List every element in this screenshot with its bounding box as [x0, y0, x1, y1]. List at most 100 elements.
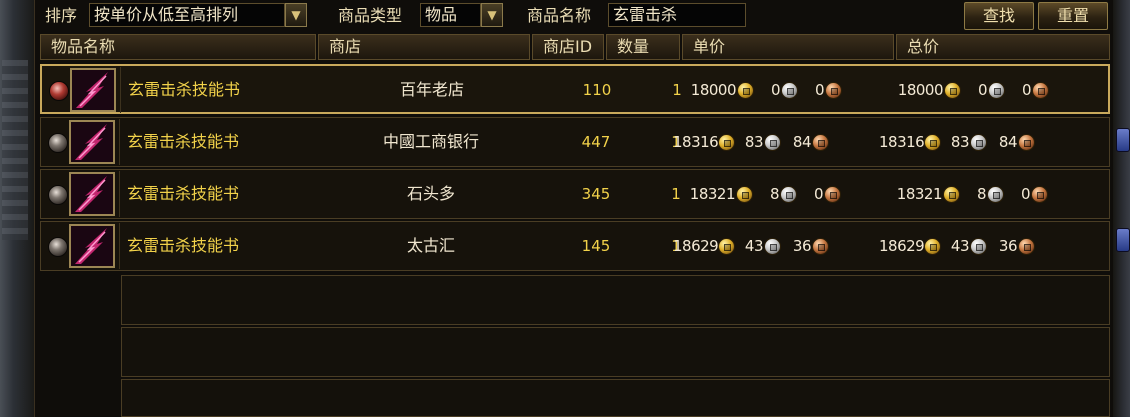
silver-amount: 0 — [977, 81, 988, 99]
column-header-shop[interactable]: 商店 — [318, 34, 530, 60]
empty-table-row — [121, 275, 1110, 325]
table-row[interactable]: 玄雷击杀技能书 石头多 345 1 18321 8 0 18321 8 0 — [40, 169, 1110, 219]
sort-select[interactable]: 按单价从低至高排列 — [89, 3, 285, 27]
copper-amount: 36 — [998, 237, 1018, 255]
silver-amount: 8 — [976, 185, 987, 203]
side-gem-icon — [1116, 128, 1130, 152]
column-header-shop-id[interactable]: 商店ID — [532, 34, 604, 60]
gold-amount: 18316 — [673, 133, 719, 151]
shop-name: 石头多 — [406, 184, 455, 203]
copper-coin-icon — [812, 133, 829, 151]
chevron-down-icon[interactable]: ▼ — [285, 3, 307, 27]
gold-coin-icon — [924, 133, 941, 151]
row-select-indicator-icon[interactable] — [49, 81, 69, 101]
row-select-indicator-icon[interactable] — [48, 185, 68, 205]
copper-amount: 0 — [1021, 81, 1032, 99]
gold-coin-icon — [718, 133, 735, 151]
copper-coin-icon — [1031, 185, 1048, 203]
silver-amount: 0 — [770, 81, 781, 99]
row-select-indicator-icon[interactable] — [48, 237, 68, 257]
item-name-label: 商品名称 — [527, 6, 592, 25]
gold-coin-icon — [924, 237, 941, 255]
sort-label: 排序 — [45, 6, 78, 25]
copper-amount: 36 — [792, 237, 812, 255]
copper-amount: 0 — [813, 185, 824, 203]
item-name: 玄雷击杀技能书 — [127, 236, 240, 255]
gold-coin-icon — [737, 81, 754, 99]
empty-table-row — [121, 379, 1110, 417]
silver-coin-icon — [988, 81, 1005, 99]
shop-name: 太古汇 — [406, 236, 455, 255]
skill-book-icon — [69, 224, 115, 268]
table-row[interactable]: 玄雷击杀技能书 百年老店 110 1 18000 0 0 18000 0 0 — [40, 64, 1110, 114]
gold-coin-icon — [944, 81, 961, 99]
copper-coin-icon — [1018, 133, 1035, 151]
gold-amount: 18000 — [690, 81, 737, 99]
item-name: 玄雷击杀技能书 — [128, 80, 241, 99]
gold-coin-icon — [718, 237, 735, 255]
gold-amount: 18316 — [879, 133, 925, 151]
auction-search-panel: 排序 按单价从低至高排列 ▼ 商品类型 物品 ▼ 商品名称 玄雷击杀 查找 重置… — [34, 0, 1113, 417]
cell-divider — [119, 171, 120, 217]
item-type-label: 商品类型 — [338, 6, 403, 25]
silver-coin-icon — [970, 237, 987, 255]
total-price: 18321 8 0 — [896, 170, 1054, 218]
copper-amount: 84 — [792, 133, 812, 151]
silver-amount: 8 — [769, 185, 780, 203]
total-price: 18629 43 36 — [879, 222, 1041, 270]
item-name-input[interactable]: 玄雷击杀 — [608, 3, 746, 27]
row-select-indicator-icon[interactable] — [48, 133, 68, 153]
table-row[interactable]: 玄雷击杀技能书 太古汇 145 1 18629 43 36 18629 43 3… — [40, 221, 1110, 271]
cell-divider — [120, 67, 121, 113]
total-price: 18316 83 84 — [879, 118, 1041, 166]
silver-coin-icon — [764, 133, 781, 151]
silver-amount: 83 — [950, 133, 970, 151]
column-header-total-price[interactable]: 总价 — [896, 34, 1110, 60]
silver-coin-icon — [764, 237, 781, 255]
shop-id: 145 — [581, 237, 611, 255]
empty-table-row — [121, 327, 1110, 377]
silver-coin-icon — [987, 185, 1004, 203]
column-header-unit-price[interactable]: 单价 — [682, 34, 894, 60]
reset-button[interactable]: 重置 — [1038, 2, 1108, 30]
skill-book-icon — [69, 172, 115, 216]
item-name: 玄雷击杀技能书 — [127, 184, 240, 203]
shop-name: 中國工商银行 — [382, 132, 479, 151]
gold-amount: 18629 — [673, 237, 719, 255]
shop-id: 447 — [581, 133, 611, 151]
gold-amount: 18000 — [897, 81, 944, 99]
gold-amount: 18321 — [896, 185, 943, 203]
search-button[interactable]: 查找 — [964, 2, 1034, 30]
copper-amount: 84 — [998, 133, 1018, 151]
shop-id: 110 — [582, 81, 612, 99]
gold-coin-icon — [943, 185, 960, 203]
shop-name: 百年老店 — [399, 80, 464, 99]
copper-amount: 0 — [1020, 185, 1031, 203]
gold-amount: 18629 — [879, 237, 925, 255]
quantity: 1 — [672, 81, 682, 99]
silver-amount: 43 — [744, 237, 764, 255]
table-row[interactable]: 玄雷击杀技能书 中國工商银行 447 1 18316 83 84 18316 8… — [40, 117, 1110, 167]
chevron-down-icon[interactable]: ▼ — [481, 3, 503, 27]
column-header-quantity[interactable]: 数量 — [606, 34, 680, 60]
column-header-item-name[interactable]: 物品名称 — [40, 34, 316, 60]
left-scenery-edge — [0, 0, 34, 417]
item-type-select[interactable]: 物品 — [420, 3, 481, 27]
shop-id: 345 — [581, 185, 611, 203]
copper-coin-icon — [812, 237, 829, 255]
silver-amount: 83 — [744, 133, 764, 151]
quantity: 1 — [671, 185, 681, 203]
copper-coin-icon — [1018, 237, 1035, 255]
unit-price: 18316 83 84 — [673, 118, 835, 166]
side-gem-icon — [1116, 228, 1130, 252]
total-price: 18000 0 0 — [897, 66, 1055, 114]
item-name: 玄雷击杀技能书 — [127, 132, 240, 151]
unit-price: 18321 8 0 — [689, 170, 847, 218]
cell-divider — [119, 119, 120, 165]
skill-book-icon — [69, 120, 115, 164]
gold-amount: 18321 — [689, 185, 736, 203]
copper-amount: 0 — [814, 81, 825, 99]
skill-book-icon — [70, 68, 116, 112]
unit-price: 18629 43 36 — [673, 222, 835, 270]
copper-coin-icon — [825, 81, 842, 99]
